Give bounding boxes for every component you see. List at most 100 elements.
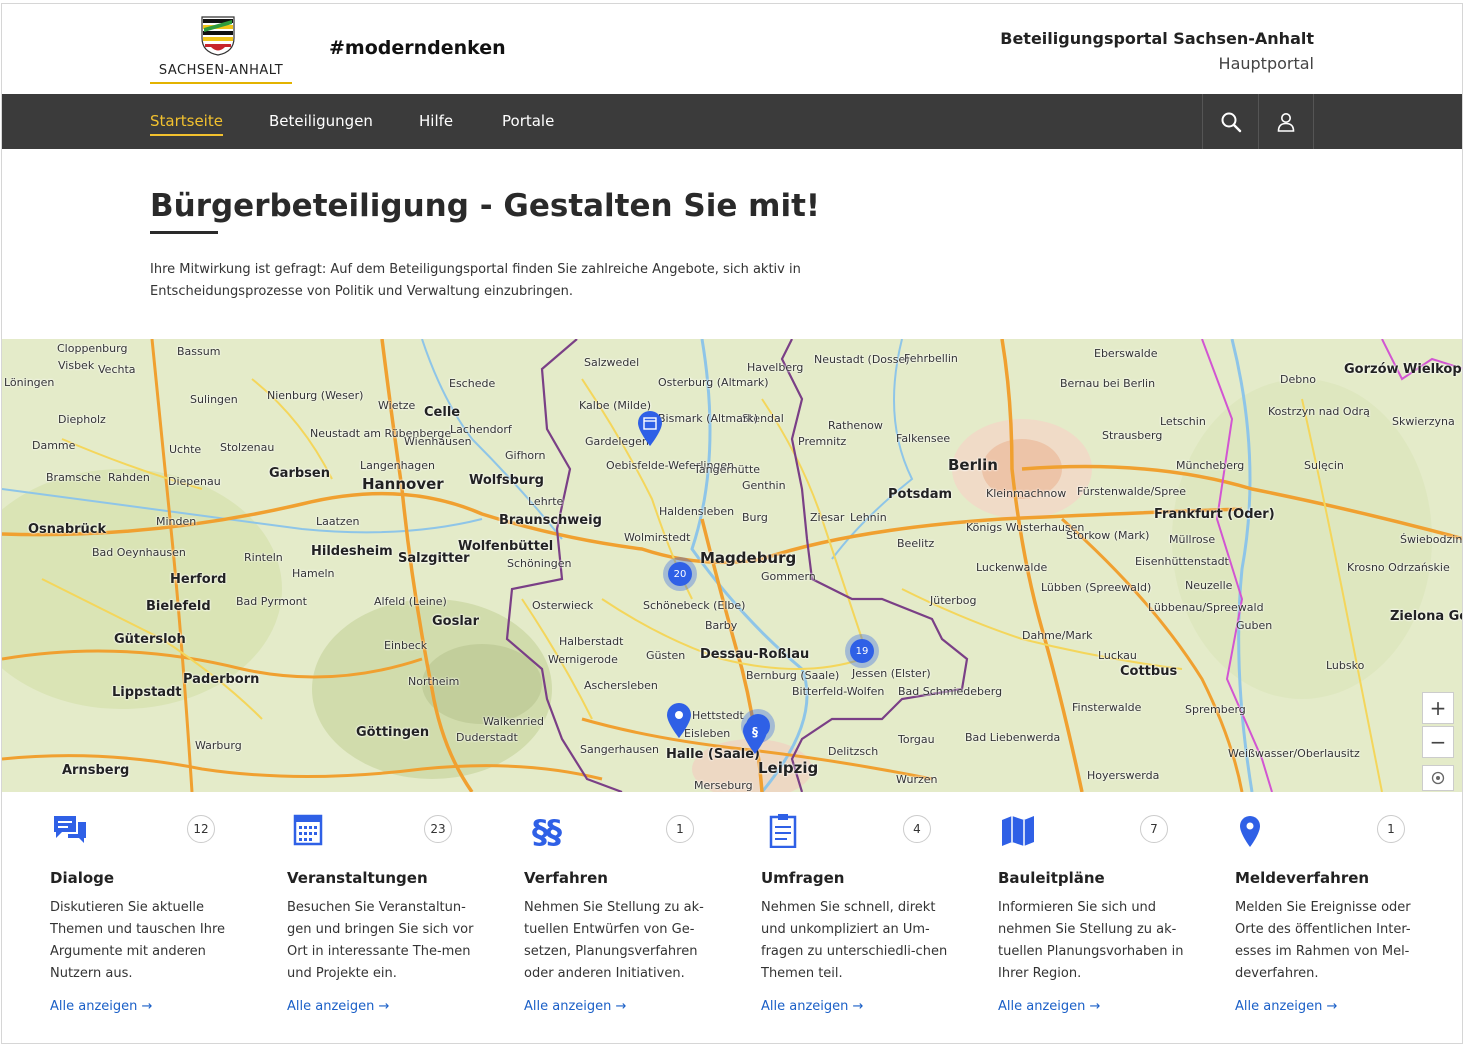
zoom-out-button[interactable]: − xyxy=(1422,726,1454,758)
city-label: Bitterfeld-Wolfen xyxy=(792,685,885,698)
show-all-link[interactable]: Alle anzeigen → xyxy=(50,999,152,1014)
city-label: Wurzen xyxy=(896,773,938,786)
city-label: Finsterwalde xyxy=(1072,701,1142,714)
city-label: Guben xyxy=(1236,619,1273,632)
show-all-link[interactable]: Alle anzeigen → xyxy=(1235,999,1337,1014)
main-navigation: Startseite Beteiligungen Hilfe Portale xyxy=(2,94,1462,149)
city-label: Luckau xyxy=(1098,649,1137,662)
city-label: Osnabrück xyxy=(28,522,107,537)
city-label: Lehnin xyxy=(850,511,887,524)
city-label: Langenhagen xyxy=(360,459,435,472)
city-label: Barby xyxy=(705,619,738,632)
show-all-link[interactable]: Alle anzeigen → xyxy=(761,999,863,1014)
city-label: Luckenwalde xyxy=(976,561,1048,574)
page-frame: SACHSEN-ANHALT #moderndenken Beteiligung… xyxy=(1,3,1463,1044)
city-label: Osterburg (Altmark) xyxy=(658,376,769,389)
city-label: Hoyerswerda xyxy=(1087,769,1160,782)
cluster-count: 20 xyxy=(668,562,692,586)
map-attribution-button[interactable] xyxy=(1422,765,1454,791)
cluster-marker[interactable]: 20 xyxy=(663,557,697,591)
city-label: Bismark (Altmark) xyxy=(658,412,759,425)
category-description: Diskutieren Sie aktuelle Themen und taus… xyxy=(50,900,226,981)
nav-item-hilfe[interactable]: Hilfe xyxy=(419,112,453,130)
sachsen-anhalt-logo[interactable]: SACHSEN-ANHALT xyxy=(150,16,292,86)
city-label: Rahden xyxy=(108,471,150,484)
show-all-link[interactable]: Alle anzeigen → xyxy=(287,999,389,1014)
count-badge: 1 xyxy=(1377,815,1405,843)
city-label: Lübben (Spreewald) xyxy=(1041,581,1152,594)
show-all-link[interactable]: Alle anzeigen → xyxy=(998,999,1100,1014)
location-pin-icon xyxy=(1240,816,1260,847)
city-label: Schönebeck (Elbe) xyxy=(643,599,746,612)
clipboard-icon xyxy=(769,814,797,848)
city-label: Premnitz xyxy=(798,435,847,448)
city-label: Göttingen xyxy=(356,725,430,740)
city-label: Aschersleben xyxy=(584,679,658,692)
location-marker[interactable] xyxy=(665,703,693,739)
city-label: Hannover xyxy=(362,475,444,493)
city-label: Minden xyxy=(156,515,197,528)
city-label: Eberswalde xyxy=(1094,347,1158,360)
city-label: Warburg xyxy=(195,739,242,752)
city-label: Genthin xyxy=(742,479,786,492)
nav-item-portale[interactable]: Portale xyxy=(502,112,554,130)
city-label: Weißwasser/Oberlausitz xyxy=(1228,747,1360,760)
city-label: Nienburg (Weser) xyxy=(267,389,364,402)
city-label: Alfeld (Leine) xyxy=(374,595,447,608)
city-label: Bassum xyxy=(177,345,221,358)
participation-map[interactable]: Cloppenburg Visbek Vechta Löningen Bassu… xyxy=(2,339,1463,792)
city-label: Arnsberg xyxy=(62,763,130,778)
city-label: Bramsche xyxy=(46,471,102,484)
city-label: Gorzów Wielkopolski xyxy=(1344,362,1462,377)
user-account-button[interactable] xyxy=(1258,94,1314,149)
calendar-marker[interactable] xyxy=(636,411,664,447)
city-label: Bad Pyrmont xyxy=(236,595,307,608)
city-label: Świebodzin xyxy=(1400,533,1463,546)
city-label: Paderborn xyxy=(183,672,260,687)
city-label: Jessen (Elster) xyxy=(852,667,931,680)
info-icon xyxy=(1431,771,1445,785)
category-title: Meldeverfahren xyxy=(1235,869,1370,887)
cluster-marker[interactable]: 19 xyxy=(845,634,879,668)
portal-title-block: Beteiligungsportal Sachsen-Anhalt Hauptp… xyxy=(1000,29,1314,73)
city-label: Beelitz xyxy=(897,537,935,550)
city-label: Diepholz xyxy=(58,413,106,426)
category-title: Verfahren xyxy=(524,869,608,887)
city-label: Krosno Odrzańskie xyxy=(1347,561,1450,574)
city-label: Fehrbellin xyxy=(904,352,958,365)
city-label: Havelberg xyxy=(747,361,804,374)
city-label: Sangerhausen xyxy=(580,743,659,756)
city-label: Bad Schmiedeberg xyxy=(898,685,1003,698)
city-label: Lübbenau/Spreewald xyxy=(1148,601,1264,614)
city-label: Cottbus xyxy=(1120,664,1178,679)
city-label: Burg xyxy=(742,511,768,524)
city-label: Duderstadt xyxy=(456,731,518,744)
city-label: Frankfurt (Oder) xyxy=(1154,507,1275,522)
city-label: Damme xyxy=(32,439,76,452)
city-label: Hettstedt xyxy=(692,709,744,722)
city-label: Haldensleben xyxy=(659,505,735,518)
city-label: Müllrose xyxy=(1169,533,1216,546)
city-label: Laatzen xyxy=(316,515,360,528)
city-label: Herford xyxy=(170,572,227,587)
city-label: Vechta xyxy=(98,363,136,376)
city-label: Jüterbog xyxy=(930,594,977,607)
city-label: Löningen xyxy=(4,376,55,389)
category-description: Melden Sie Ereignisse oder Orte des öffe… xyxy=(1235,900,1411,981)
show-all-link[interactable]: Alle anzeigen → xyxy=(524,999,626,1014)
paragraph-marker[interactable]: § xyxy=(741,719,769,755)
nav-item-startseite[interactable]: Startseite xyxy=(150,112,223,136)
city-label: Sulęcin xyxy=(1304,459,1344,472)
city-label: Diepenau xyxy=(168,475,221,488)
nav-item-beteiligungen[interactable]: Beteiligungen xyxy=(269,112,373,130)
city-label: Letschin xyxy=(1160,415,1206,428)
search-button[interactable] xyxy=(1202,94,1258,149)
calendar-icon xyxy=(293,814,323,846)
city-label: Neustadt (Dosse) xyxy=(814,353,910,366)
city-label: Zielona Góra xyxy=(1390,609,1462,624)
city-label: Neuzelle xyxy=(1185,579,1233,592)
city-label: Eschede xyxy=(449,377,496,390)
category-title: Umfragen xyxy=(761,869,845,887)
city-label: Bad Oeynhausen xyxy=(92,546,186,559)
zoom-in-button[interactable]: + xyxy=(1422,692,1454,724)
